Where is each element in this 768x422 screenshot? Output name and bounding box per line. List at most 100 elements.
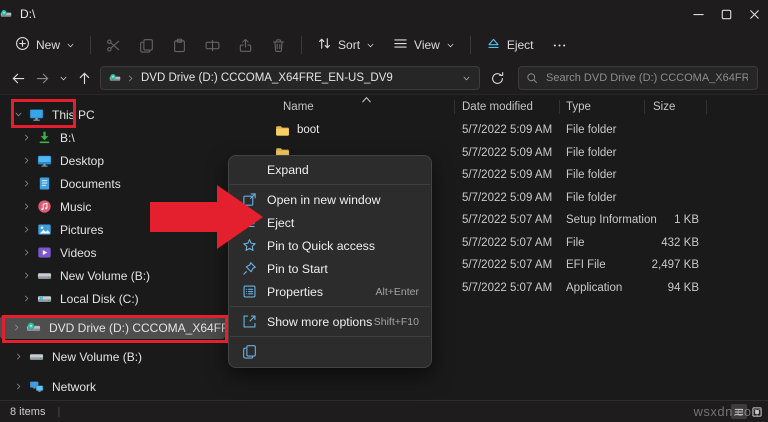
chevron-right-icon[interactable]	[12, 323, 21, 332]
maximize-button[interactable]	[712, 0, 740, 28]
column-header-name[interactable]: Name	[255, 100, 455, 114]
refresh-icon	[490, 71, 505, 86]
minimize-button[interactable]	[684, 0, 712, 28]
sort-button[interactable]: Sort	[308, 32, 384, 58]
search-box[interactable]	[518, 66, 758, 90]
titlebar: D:\	[0, 0, 768, 28]
navigation-bar: DVD Drive (D:) CCCOMA_X64FRE_EN-US_DV9	[0, 62, 768, 95]
file-date-modified: 5/7/2022 5:09 AM	[455, 147, 560, 159]
details-view-button[interactable]	[731, 404, 747, 419]
chevron-right-icon[interactable]	[20, 156, 32, 165]
menu-item-label: Eject	[267, 216, 419, 230]
sidebar-item-label: New Volume (B:)	[52, 350, 142, 364]
file-date-modified: 5/7/2022 5:09 AM	[455, 124, 560, 136]
sort-icon	[317, 36, 332, 51]
more-options-button[interactable]	[546, 32, 573, 58]
menu-item-copy[interactable]	[229, 340, 431, 363]
sidebar-item-videos[interactable]: Videos	[0, 241, 255, 264]
copy-icon	[139, 38, 154, 53]
documents-icon	[37, 176, 52, 191]
chevron-right-icon[interactable]	[20, 271, 32, 280]
refresh-button[interactable]	[486, 66, 508, 90]
cut-button[interactable]	[100, 32, 127, 58]
chevron-right-icon[interactable]	[20, 133, 32, 142]
address-bar[interactable]: DVD Drive (D:) CCCOMA_X64FRE_EN-US_DV9	[100, 66, 480, 90]
chevron-right-icon[interactable]	[12, 352, 24, 361]
file-size: 1 KB	[645, 214, 707, 226]
sidebar-item-pictures[interactable]: Pictures	[0, 218, 255, 241]
sidebar-item-network[interactable]: Network	[0, 375, 255, 398]
sort-ascending-icon	[359, 92, 374, 107]
sidebar-item-music[interactable]: Music	[0, 195, 255, 218]
chevron-down-icon	[59, 74, 68, 83]
chevron-right-icon[interactable]	[20, 179, 32, 188]
menu-item-pin-to-start[interactable]: Pin to Start	[229, 257, 431, 280]
file-date-modified: 5/7/2022 5:07 AM	[455, 237, 560, 249]
file-type: Application	[560, 282, 645, 294]
chevron-right-icon[interactable]	[20, 202, 32, 211]
breadcrumb-separator-icon	[126, 74, 135, 83]
paste-button[interactable]	[166, 32, 193, 58]
menu-item-pin-to-quick-access[interactable]: Pin to Quick access	[229, 234, 431, 257]
sidebar-item-label: B:\	[60, 131, 75, 145]
up-button[interactable]	[72, 65, 96, 91]
sidebar-item-desktop[interactable]: Desktop	[0, 149, 255, 172]
file-size: 94 KB	[645, 282, 707, 294]
view-button[interactable]: View	[384, 32, 464, 58]
file-date-modified: 5/7/2022 5:09 AM	[455, 192, 560, 204]
file-type: EFI File	[560, 259, 645, 271]
sidebar-item-dvd-drive-d-cccoma-x64fre-en-us-dv9[interactable]: DVD Drive (D:) CCCOMA_X64FRE_EN-US_DV9	[0, 316, 225, 339]
eject-icon	[486, 36, 501, 51]
column-header-size[interactable]: Size	[645, 100, 707, 114]
file-date-modified: 5/7/2022 5:07 AM	[455, 214, 560, 226]
chevron-right-icon[interactable]	[12, 382, 24, 391]
file-row-boot[interactable]: boot 5/7/2022 5:09 AM File folder	[255, 119, 768, 142]
sidebar-item-this-pc[interactable]: This PC	[0, 103, 255, 126]
sidebar-item-label: New Volume (B:)	[60, 269, 150, 283]
new-button[interactable]: New	[6, 32, 84, 58]
chevron-down-icon[interactable]	[12, 110, 24, 119]
sidebar-item-label: Documents	[60, 177, 121, 191]
forward-button[interactable]	[30, 65, 54, 91]
back-button[interactable]	[6, 65, 30, 91]
column-header-date-modified[interactable]: Date modified	[455, 100, 560, 114]
breadcrumb[interactable]: DVD Drive (D:) CCCOMA_X64FRE_EN-US_DV9	[141, 72, 462, 84]
menu-separator	[230, 306, 430, 307]
close-button[interactable]	[740, 0, 768, 28]
toolbar-separator	[301, 36, 302, 54]
chevron-right-icon[interactable]	[20, 248, 32, 257]
menu-separator	[230, 336, 430, 337]
share-button[interactable]	[232, 32, 259, 58]
thumbnails-view-icon	[751, 406, 763, 418]
menu-item-expand[interactable]: Expand	[229, 158, 431, 181]
rename-button[interactable]	[199, 32, 226, 58]
menu-item-eject[interactable]: Eject	[229, 211, 431, 234]
menu-item-open-in-new-window[interactable]: Open in new window	[229, 188, 431, 211]
copy-button[interactable]	[133, 32, 160, 58]
drive-b-icon	[37, 130, 52, 145]
recent-locations-button[interactable]	[54, 65, 72, 91]
menu-item-properties[interactable]: Properties Alt+Enter	[229, 280, 431, 303]
chevron-right-icon[interactable]	[20, 225, 32, 234]
menu-item-label: Open in new window	[267, 193, 419, 207]
column-header-type[interactable]: Type	[560, 100, 645, 114]
sidebar-item-label: Network	[52, 380, 96, 394]
new-button-label: New	[36, 38, 60, 52]
toolbar-separator	[90, 36, 91, 54]
column-headers: Name Date modified Type Size	[255, 97, 768, 117]
chevron-right-icon[interactable]	[20, 294, 32, 303]
search-input[interactable]	[544, 71, 750, 85]
maximize-icon	[719, 7, 734, 22]
sidebar-item-documents[interactable]: Documents	[0, 172, 255, 195]
menu-item-label: Expand	[267, 163, 419, 177]
address-dropdown-icon[interactable]	[462, 74, 471, 83]
thumbnails-view-button[interactable]	[749, 404, 765, 419]
sidebar-item-b[interactable]: B:\	[0, 126, 255, 149]
file-size: 432 KB	[645, 237, 707, 249]
sidebar-item-new-volume-b[interactable]: New Volume (B:)	[0, 264, 255, 287]
eject-button[interactable]: Eject	[477, 32, 543, 58]
sidebar-item-local-disk-c[interactable]: Local Disk (C:)	[0, 287, 255, 310]
menu-item-show-more-options[interactable]: Show more options Shift+F10	[229, 310, 431, 333]
delete-button[interactable]	[265, 32, 292, 58]
sidebar-item-new-volume-b[interactable]: New Volume (B:)	[0, 345, 255, 368]
